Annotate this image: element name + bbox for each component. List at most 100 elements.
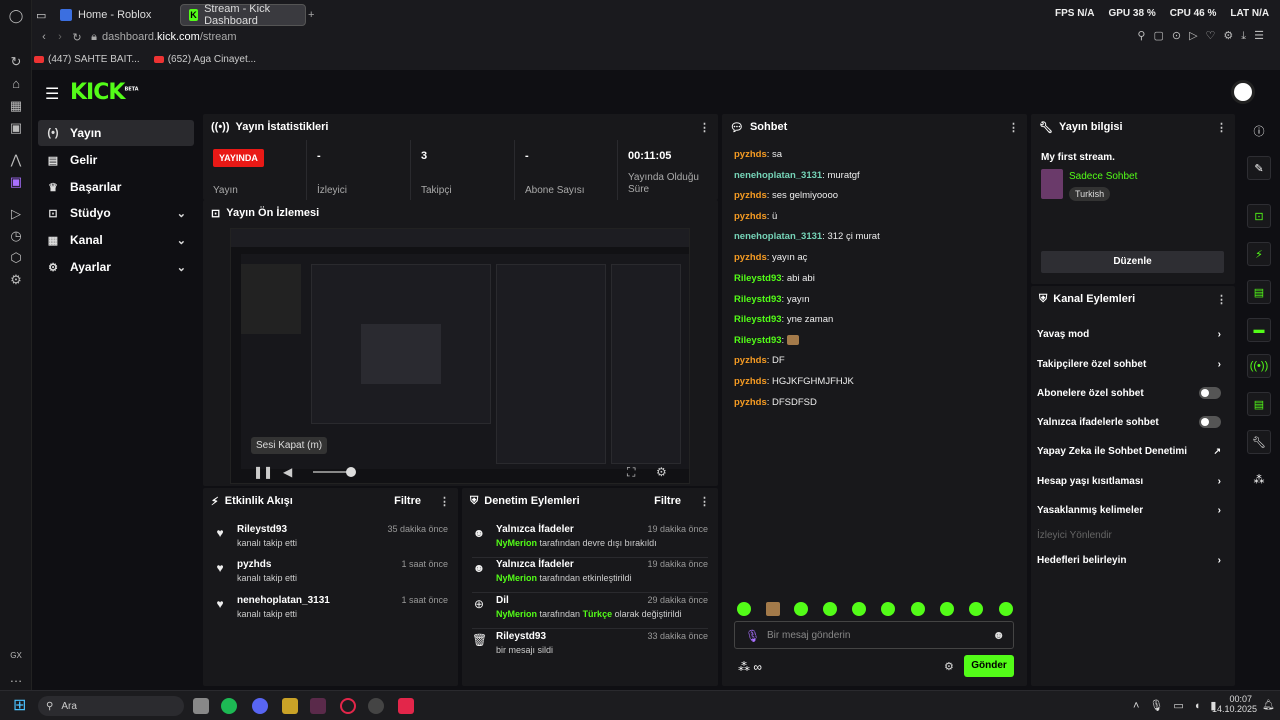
action-ai-moderation[interactable]: Yapay Zeka ile Sohbet Denetimi ↗ [1037,441,1221,461]
volume-icon[interactable]: ◀ [283,465,292,479]
emote-icon[interactable] [794,602,808,616]
emote-icon[interactable] [737,602,751,616]
action-emotes-only[interactable]: Yalnızca ifadelerle sohbet [1037,412,1221,432]
action-slow-mode[interactable]: Yavaş mod › [1037,324,1221,344]
gamepad-icon[interactable]: ▦ [8,98,24,114]
edit-icon[interactable]: ✎ [1247,156,1271,180]
spotify-icon[interactable] [221,698,237,714]
wrench-icon[interactable]: 🔧︎ [1247,430,1271,454]
info-icon[interactable]: ⓘ [1247,119,1271,143]
chevron-down-icon: ⌄ [176,234,186,247]
opera-gx-icon[interactable] [340,698,356,714]
bag-icon[interactable]: ⌂ [8,76,24,92]
kick-logo[interactable]: KICKBETA [70,80,139,105]
sidebar-item-yayin[interactable]: (•) Yayın [38,120,194,146]
settings-icon[interactable]: ⚙ [656,465,667,479]
subscribers-only-toggle[interactable] [1199,387,1221,399]
history-icon[interactable]: ◷ [8,228,24,244]
more-icon[interactable]: ⋮ [1216,293,1227,306]
emote-icon[interactable] [999,602,1013,616]
more-icon[interactable]: ⋮ [439,495,450,508]
taskbar-search[interactable]: ⚲ Ara [38,696,184,716]
volume-knob[interactable] [346,467,356,477]
bookmark-item[interactable]: (652) Aga Cinayet... [153,54,256,65]
action-account-age[interactable]: Hesap yaşı kısıtlaması › [1037,471,1221,491]
kick-points-icon[interactable]: ⁂ ∞ [738,660,762,674]
bookmark-item[interactable]: (447) SAHTE BAIT... [34,54,140,65]
more-icon[interactable]: ⋮ [1008,121,1019,134]
new-tab-button[interactable]: + [308,4,324,26]
twitch-icon[interactable]: ▣ [8,174,24,190]
emote-icon[interactable] [852,602,866,616]
pause-icon[interactable]: ❚❚ [253,465,273,479]
document-icon[interactable]: ▤ [1247,280,1271,304]
action-followers-only[interactable]: Takipçilere özel sohbet › [1037,354,1221,374]
windows-start-icon[interactable]: ⊞ [13,698,29,714]
tab-kick-dashboard[interactable]: K Stream - Kick Dashboard [180,3,306,27]
list-item: 🗑︎ Rileystd93 bir mesajı sildi 33 dakika ön… [472,631,708,655]
chat-icon: 💬︎ [730,121,744,134]
emotes-only-toggle[interactable] [1199,416,1221,428]
kick-points-icon[interactable]: ⁂ [1247,467,1271,491]
volume-slider[interactable] [313,471,349,473]
broadcast-icon[interactable]: ((•)) [1247,354,1271,378]
play-icon[interactable]: ▷ [8,206,24,222]
emote-icon[interactable] [823,602,837,616]
app-icon[interactable] [398,698,414,714]
settings-icon[interactable]: ⚙ [8,272,24,288]
reload-icon[interactable]: ↻ [68,31,86,44]
emote-icon[interactable] [969,602,983,616]
action-banned-words[interactable]: Yasaklanmış kelimeler › [1037,500,1221,520]
clip-icon[interactable]: ⊡ [1247,204,1271,228]
app-icon[interactable] [368,698,384,714]
emote-icon[interactable] [766,602,780,616]
back-icon[interactable]: ‹ [36,31,52,43]
notification-bell-icon[interactable]: 🔔︎ [1262,700,1275,711]
sidebar-item-ayarlar[interactable]: ⚙ Ayarlar ⌄ [38,254,194,280]
heart-icon: ♥ [216,597,224,611]
action-subscribers-only[interactable]: Abonelere özel sohbet [1037,383,1221,403]
more-icon[interactable]: … [8,670,24,686]
clock[interactable]: 00:07 14.10.2025 [1212,694,1257,714]
edit-button[interactable]: Düzenle [1041,251,1224,273]
file-explorer-icon[interactable] [193,698,209,714]
bolt-icon[interactable]: ⚡︎ [1247,242,1271,266]
media-icon[interactable]: ▣ [8,120,24,136]
emoji-picker-icon[interactable]: ☻ [992,628,1005,642]
chat-icon[interactable]: ▬ [1247,318,1271,342]
chat-settings-icon[interactable]: ⚙ [944,660,954,673]
chat-input[interactable]: 🎙︎ Bir mesaj gönderin ☻ [734,621,1014,649]
microphone-icon[interactable]: 🎙︎ [745,629,760,643]
more-icon[interactable]: ⋮ [699,121,710,134]
sidebar-item-studyo[interactable]: ⊡ Stüdyo ⌄ [38,200,194,226]
layout-icon[interactable]: ▤ [1247,392,1271,416]
stream-preview-video[interactable]: Sesi Kapat (m) ❚❚ ◀ ⛶ ⚙ [230,228,690,484]
more-icon[interactable]: ⋮ [699,495,710,508]
fullscreen-icon[interactable]: ⛶ [627,465,635,480]
opera-logo-icon[interactable]: ◯ [8,8,24,24]
sidebar-item-gelir[interactable]: ▤ Gelir [38,147,194,173]
action-goals[interactable]: Hedefleri belirleyin › [1037,550,1221,570]
emote-icon[interactable] [881,602,895,616]
kick-rail-icon[interactable]: ⋀ [8,152,24,168]
emote-icon[interactable] [940,602,954,616]
url-field[interactable]: dashboard.kick.com/stream [102,31,237,43]
refresh-icon[interactable]: ↻ [8,54,24,70]
more-icon[interactable]: ⋮ [1216,121,1227,134]
hamburger-menu-icon[interactable]: ☰ [45,84,59,104]
forward-icon[interactable]: › [52,31,68,43]
filter-button[interactable]: Filtre [394,495,421,507]
sidebar-item-kanal[interactable]: ▦ Kanal ⌄ [38,227,194,253]
gx-label[interactable]: GX [8,648,24,664]
discord-icon[interactable] [252,698,268,714]
extensions-icon[interactable]: ⬡ [8,250,24,266]
category-link[interactable]: Sadece Sohbet [1069,171,1137,182]
sidebar-item-basarilar[interactable]: ♛ Başarılar [38,174,194,200]
app-icon[interactable] [282,698,298,714]
app-icon[interactable] [310,698,326,714]
send-button[interactable]: Gönder [964,655,1014,677]
toolbar-icons[interactable]: ⚲▢⊙▷♡⚙⤓☰ [1137,29,1272,43]
avatar[interactable] [1231,80,1255,104]
filter-button[interactable]: Filtre [654,495,681,507]
emote-icon[interactable] [911,602,925,616]
